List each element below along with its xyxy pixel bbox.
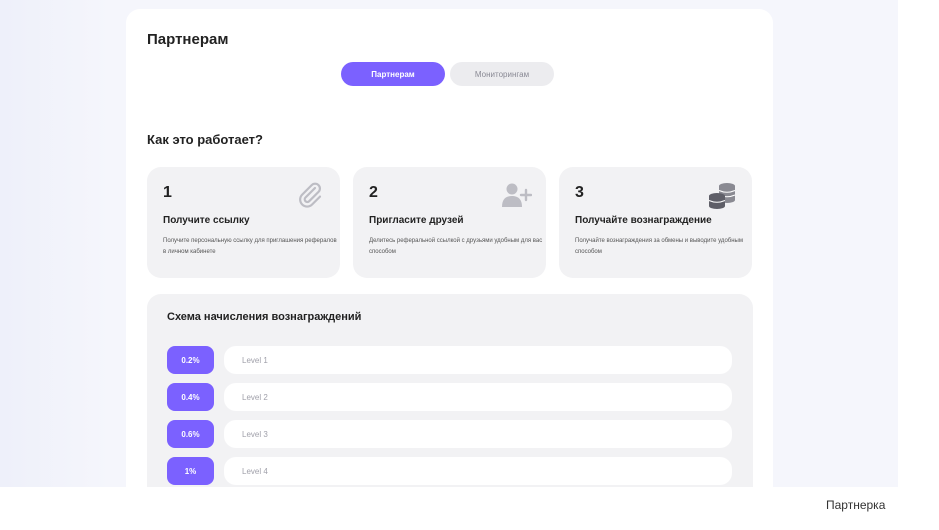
- level-label: Level 1: [224, 346, 732, 374]
- step-card-2: 2 Пригласите друзей Делитесь реферальной…: [353, 167, 546, 278]
- level-percent-badge: 0.4%: [167, 383, 214, 411]
- step-description: Делитесь реферальной ссылкой с друзьями …: [369, 238, 543, 255]
- reward-scheme-title: Схема начисления вознаграждений: [167, 311, 362, 323]
- step-card-1: 1 Получите ссылку Получите персональную …: [147, 167, 340, 278]
- blurred-sidebar: [0, 0, 110, 487]
- paperclip-icon: [299, 182, 322, 208]
- tab-bar: Партнерам Мониторингам: [341, 62, 554, 86]
- level-percent-badge: 0.6%: [167, 420, 214, 448]
- figure-caption: Партнерка: [826, 498, 886, 512]
- tab-partners[interactable]: Партнерам: [341, 62, 445, 86]
- level-label: Level 3: [224, 420, 732, 448]
- tab-monitorings[interactable]: Мониторингам: [450, 62, 554, 86]
- level-percent-badge: 1%: [167, 457, 214, 485]
- step-number: 2: [369, 184, 378, 201]
- step-description: Получите персональную ссылку для приглаш…: [163, 238, 337, 255]
- step-card-3: 3 Получайте вознаграждение Получайте воз…: [559, 167, 752, 278]
- partners-card: Партнерам Партнерам Мониторингам Как это…: [126, 9, 773, 487]
- step-title: Получите ссылку: [163, 215, 250, 226]
- step-number: 1: [163, 184, 172, 201]
- step-number: 3: [575, 184, 584, 201]
- coins-icon: [708, 183, 736, 209]
- how-it-works-title: Как это работает?: [147, 132, 263, 147]
- step-description: Получайте вознаграждения за обмены и выв…: [575, 238, 743, 255]
- add-user-icon: [502, 183, 532, 207]
- reward-scheme-panel: Схема начисления вознаграждений 0.2% Lev…: [147, 294, 753, 487]
- level-label: Level 2: [224, 383, 732, 411]
- step-title: Получайте вознаграждение: [575, 215, 712, 226]
- page-background: Партнерам Партнерам Мониторингам Как это…: [0, 0, 898, 487]
- level-percent-badge: 0.2%: [167, 346, 214, 374]
- step-title: Пригласите друзей: [369, 215, 464, 226]
- page-title: Партнерам: [147, 31, 229, 48]
- level-label: Level 4: [224, 457, 732, 485]
